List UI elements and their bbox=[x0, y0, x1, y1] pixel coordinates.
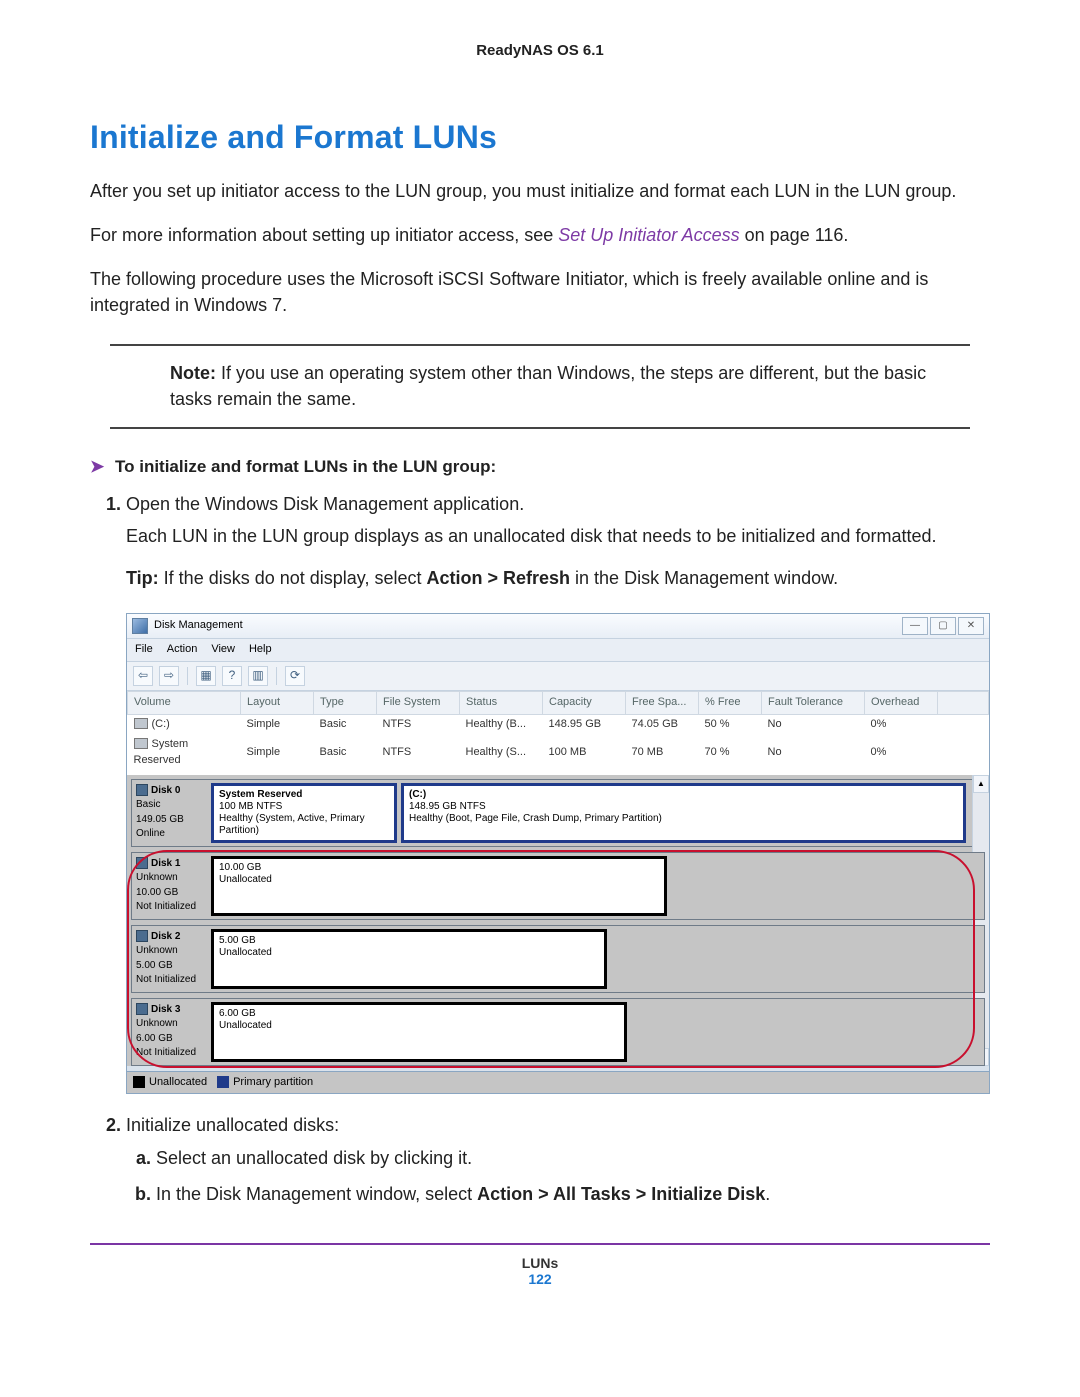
col-fault[interactable]: Fault Tolerance bbox=[762, 691, 865, 714]
menu-help[interactable]: Help bbox=[249, 642, 272, 658]
page-number: 122 bbox=[90, 1271, 990, 1287]
legend-swatch-primary bbox=[217, 1076, 229, 1088]
legend: Unallocated Primary partition bbox=[127, 1071, 989, 1094]
col-layout[interactable]: Layout bbox=[241, 691, 314, 714]
footer-section: LUNs bbox=[90, 1255, 990, 1271]
disk-icon bbox=[136, 930, 148, 942]
volume-list[interactable]: Volume Layout Type File System Status Ca… bbox=[127, 691, 989, 775]
scroll-up-icon[interactable]: ▲ bbox=[973, 775, 989, 793]
section-heading: Initialize and Format LUNs bbox=[90, 119, 990, 156]
refresh-icon[interactable]: ⟳ bbox=[285, 666, 305, 686]
disk-icon bbox=[136, 784, 148, 796]
partition-unallocated[interactable]: 10.00 GB Unallocated bbox=[211, 856, 667, 916]
col-overhead[interactable]: Overhead bbox=[865, 691, 938, 714]
menu-file[interactable]: File bbox=[135, 642, 153, 658]
partition-c[interactable]: (C:) 148.95 GB NTFS Healthy (Boot, Page … bbox=[401, 783, 966, 843]
footer-rule bbox=[90, 1243, 990, 1245]
app-icon bbox=[132, 618, 148, 634]
table-row[interactable]: System ReservedSimpleBasicNTFSHealthy (S… bbox=[128, 735, 989, 771]
col-capacity[interactable]: Capacity bbox=[543, 691, 626, 714]
paragraph-3: The following procedure uses the Microso… bbox=[90, 266, 990, 318]
col-status[interactable]: Status bbox=[460, 691, 543, 714]
forward-button[interactable]: ⇨ bbox=[159, 666, 179, 686]
step-2-substeps: Select an unallocated disk by clicking i… bbox=[156, 1145, 990, 1207]
disk-row-1[interactable]: Disk 1 Unknown 10.00 GB Not Initialized … bbox=[131, 852, 985, 920]
disk-row-2[interactable]: Disk 2 Unknown 5.00 GB Not Initialized 5… bbox=[131, 925, 985, 993]
toolbar-icon-2[interactable]: ▥ bbox=[248, 666, 268, 686]
step-1-body: Each LUN in the LUN group displays as an… bbox=[126, 523, 990, 549]
col-freespace[interactable]: Free Spa... bbox=[626, 691, 699, 714]
paragraph-1: After you set up initiator access to the… bbox=[90, 178, 990, 204]
help-icon[interactable]: ? bbox=[222, 666, 242, 686]
tip-text-1: If the disks do not display, select bbox=[159, 568, 427, 588]
close-button[interactable]: ✕ bbox=[958, 617, 984, 635]
step-1-text: Open the Windows Disk Management applica… bbox=[126, 494, 524, 514]
maximize-button[interactable]: ▢ bbox=[930, 617, 956, 635]
substep-b-prefix: In the Disk Management window, select bbox=[156, 1184, 477, 1204]
step-1: Open the Windows Disk Management applica… bbox=[126, 491, 990, 1095]
col-pctfree[interactable]: % Free bbox=[699, 691, 762, 714]
col-volume[interactable]: Volume bbox=[128, 691, 241, 714]
menu-action[interactable]: Action bbox=[167, 642, 198, 658]
substep-b: In the Disk Management window, select Ac… bbox=[156, 1181, 990, 1207]
menu-bar[interactable]: File Action View Help bbox=[127, 639, 989, 662]
substep-a: Select an unallocated disk by clicking i… bbox=[156, 1145, 990, 1171]
disk-row-0[interactable]: Disk 0 Basic 149.05 GB Online System Res… bbox=[131, 779, 985, 847]
window-title: Disk Management bbox=[154, 618, 243, 634]
chevron-right-icon: ➤ bbox=[90, 457, 104, 476]
col-filesystem[interactable]: File System bbox=[377, 691, 460, 714]
title-bar[interactable]: Disk Management — ▢ ✕ bbox=[127, 614, 989, 639]
para2-suffix: on page 116. bbox=[740, 225, 849, 245]
partition-unallocated[interactable]: 5.00 GB Unallocated bbox=[211, 929, 607, 989]
step-2-text: Initialize unallocated disks: bbox=[126, 1115, 339, 1135]
toolbar-icon-1[interactable]: ▦ bbox=[196, 666, 216, 686]
step-2: Initialize unallocated disks: Select an … bbox=[126, 1112, 990, 1206]
back-button[interactable]: ⇦ bbox=[133, 666, 153, 686]
disk-management-window: Disk Management — ▢ ✕ File Action View H… bbox=[126, 613, 990, 1095]
col-type[interactable]: Type bbox=[314, 691, 377, 714]
disk-icon bbox=[136, 1003, 148, 1015]
substep-b-bold: Action > All Tasks > Initialize Disk bbox=[477, 1184, 765, 1204]
toolbar: ⇦ ⇨ ▦ ? ▥ ⟳ bbox=[127, 662, 989, 691]
substep-b-suffix: . bbox=[765, 1184, 770, 1204]
table-row[interactable]: (C:)SimpleBasicNTFSHealthy (B...148.95 G… bbox=[128, 714, 989, 734]
header-product: ReadyNAS OS 6.1 bbox=[90, 42, 990, 59]
tip-bold-path: Action > Refresh bbox=[426, 568, 570, 588]
document-page: ReadyNAS OS 6.1 Initialize and Format LU… bbox=[0, 0, 1080, 1397]
menu-view[interactable]: View bbox=[211, 642, 235, 658]
note-label: Note: bbox=[170, 363, 216, 383]
procedure-heading-text: To initialize and format LUNs in the LUN… bbox=[115, 457, 496, 476]
disk-icon bbox=[136, 857, 148, 869]
tip-block: Tip: If the disks do not display, select… bbox=[126, 565, 990, 591]
procedure-heading: ➤ To initialize and format LUNs in the L… bbox=[90, 457, 990, 477]
cross-reference-link[interactable]: Set Up Initiator Access bbox=[558, 225, 739, 245]
para2-prefix: For more information about setting up in… bbox=[90, 225, 558, 245]
disk-row-3[interactable]: Disk 3 Unknown 6.00 GB Not Initialized 6… bbox=[131, 998, 985, 1066]
tip-text-2: in the Disk Management window. bbox=[570, 568, 838, 588]
partition-system-reserved[interactable]: System Reserved 100 MB NTFS Healthy (Sys… bbox=[211, 783, 397, 843]
procedure-steps: Open the Windows Disk Management applica… bbox=[126, 491, 990, 1207]
minimize-button[interactable]: — bbox=[902, 617, 928, 635]
note-text: If you use an operating system other tha… bbox=[170, 363, 926, 409]
note-block: Note: If you use an operating system oth… bbox=[110, 344, 970, 428]
legend-swatch-unalloc bbox=[133, 1076, 145, 1088]
tip-label: Tip: bbox=[126, 568, 159, 588]
partition-unallocated[interactable]: 6.00 GB Unallocated bbox=[211, 1002, 627, 1062]
volume-table[interactable]: Volume Layout Type File System Status Ca… bbox=[127, 691, 989, 771]
paragraph-2: For more information about setting up in… bbox=[90, 222, 990, 248]
note-rule-bottom bbox=[110, 427, 970, 429]
graphical-disk-view[interactable]: ▲ ▼ Disk 0 Basic 149.05 GB Online bbox=[127, 775, 989, 1066]
